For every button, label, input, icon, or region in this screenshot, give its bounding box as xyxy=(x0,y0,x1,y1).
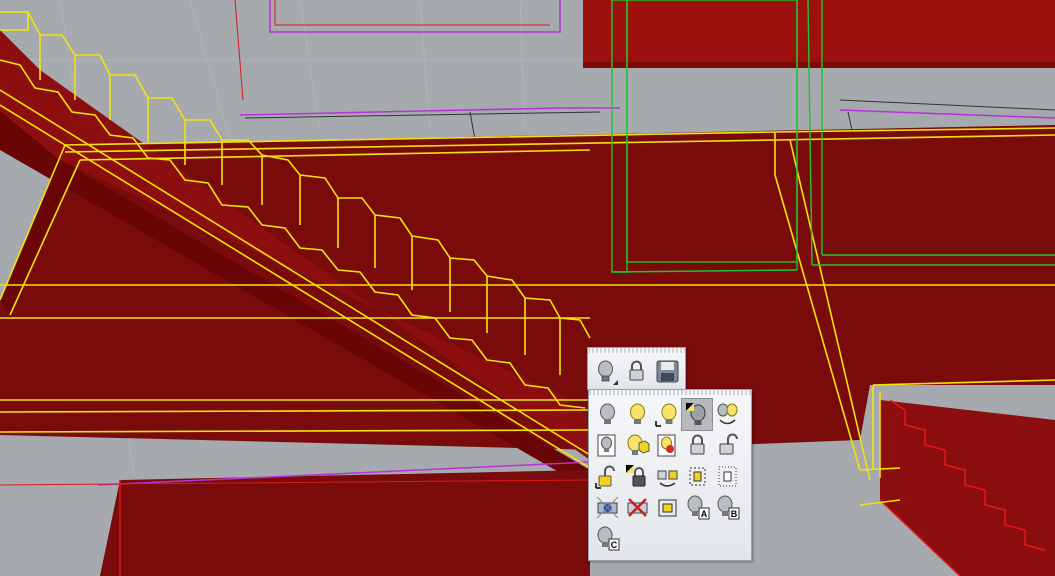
lock-objects-button[interactable] xyxy=(682,430,712,461)
lock-half-icon xyxy=(626,465,646,487)
bulb-off-icon xyxy=(600,403,615,424)
state-c-label: C xyxy=(611,540,618,550)
bulb-half-icon xyxy=(686,403,706,425)
hide-disabled-button[interactable] xyxy=(622,492,652,523)
state-b-label: B xyxy=(731,509,738,519)
block-blue-icon xyxy=(596,496,619,519)
hide-points-button[interactable] xyxy=(682,461,712,492)
block-cross-icon xyxy=(627,498,648,517)
points-cage-icon xyxy=(689,467,706,486)
light-bulb-button[interactable] xyxy=(590,356,620,387)
toolbar-grip[interactable] xyxy=(588,348,685,353)
visibility-toolbar-small xyxy=(587,347,686,390)
unlock-selected-button[interactable] xyxy=(592,461,622,492)
red-solid-upper xyxy=(583,0,1055,62)
show-in-detail-button[interactable] xyxy=(622,430,652,461)
bulb-c-icon: C xyxy=(597,526,620,551)
bulb-cube-icon xyxy=(627,434,650,455)
show-selected-in-detail-button[interactable] xyxy=(652,430,682,461)
swap-visibility-button[interactable] xyxy=(712,399,742,430)
lower-slab xyxy=(100,470,590,576)
viewport-3d[interactable] xyxy=(0,0,1055,576)
named-state-a-button[interactable]: A xyxy=(682,492,712,523)
unlock-objects-button[interactable] xyxy=(712,430,742,461)
lock-icon xyxy=(629,360,644,381)
lock-swap-icon xyxy=(657,470,678,487)
lock-frame-icon xyxy=(658,499,677,517)
bulb-b-icon: B xyxy=(717,495,740,520)
bulb-on-icon xyxy=(630,403,645,424)
page-bulb-off-icon xyxy=(597,434,616,457)
bulb-on-corner-icon xyxy=(655,403,677,427)
named-state-c-button[interactable]: C xyxy=(592,523,622,554)
swap-locked-button[interactable] xyxy=(622,461,652,492)
save-button[interactable] xyxy=(652,356,682,387)
show-selected-button[interactable] xyxy=(652,399,682,430)
bulb-a-icon: A xyxy=(687,495,710,520)
floppy-disk-icon xyxy=(656,360,679,383)
select-locked-button[interactable] xyxy=(652,492,682,523)
hide-blocks-button[interactable] xyxy=(592,492,622,523)
page-bulb-red-icon xyxy=(657,434,676,457)
points-cage-dotted-icon xyxy=(718,466,737,487)
state-a-label: A xyxy=(701,509,708,519)
swap-lock-button[interactable] xyxy=(652,461,682,492)
swap-hidden-button[interactable] xyxy=(681,398,713,431)
named-state-b-button[interactable]: B xyxy=(712,492,742,523)
toolbar-grip[interactable] xyxy=(589,390,751,395)
hide-objects-button[interactable] xyxy=(592,399,622,430)
unlock-yellow-icon xyxy=(595,465,615,489)
unlock-icon xyxy=(719,433,738,455)
lock-icon xyxy=(690,434,705,455)
hide-in-detail-button[interactable] xyxy=(592,430,622,461)
show-points-button[interactable] xyxy=(712,461,742,492)
flyout-indicator xyxy=(613,380,618,385)
visibility-toolbar-expanded: A B C xyxy=(588,389,752,561)
show-objects-button[interactable] xyxy=(622,399,652,430)
bulb-swap-icon xyxy=(717,403,738,425)
lock-button[interactable] xyxy=(621,356,651,387)
